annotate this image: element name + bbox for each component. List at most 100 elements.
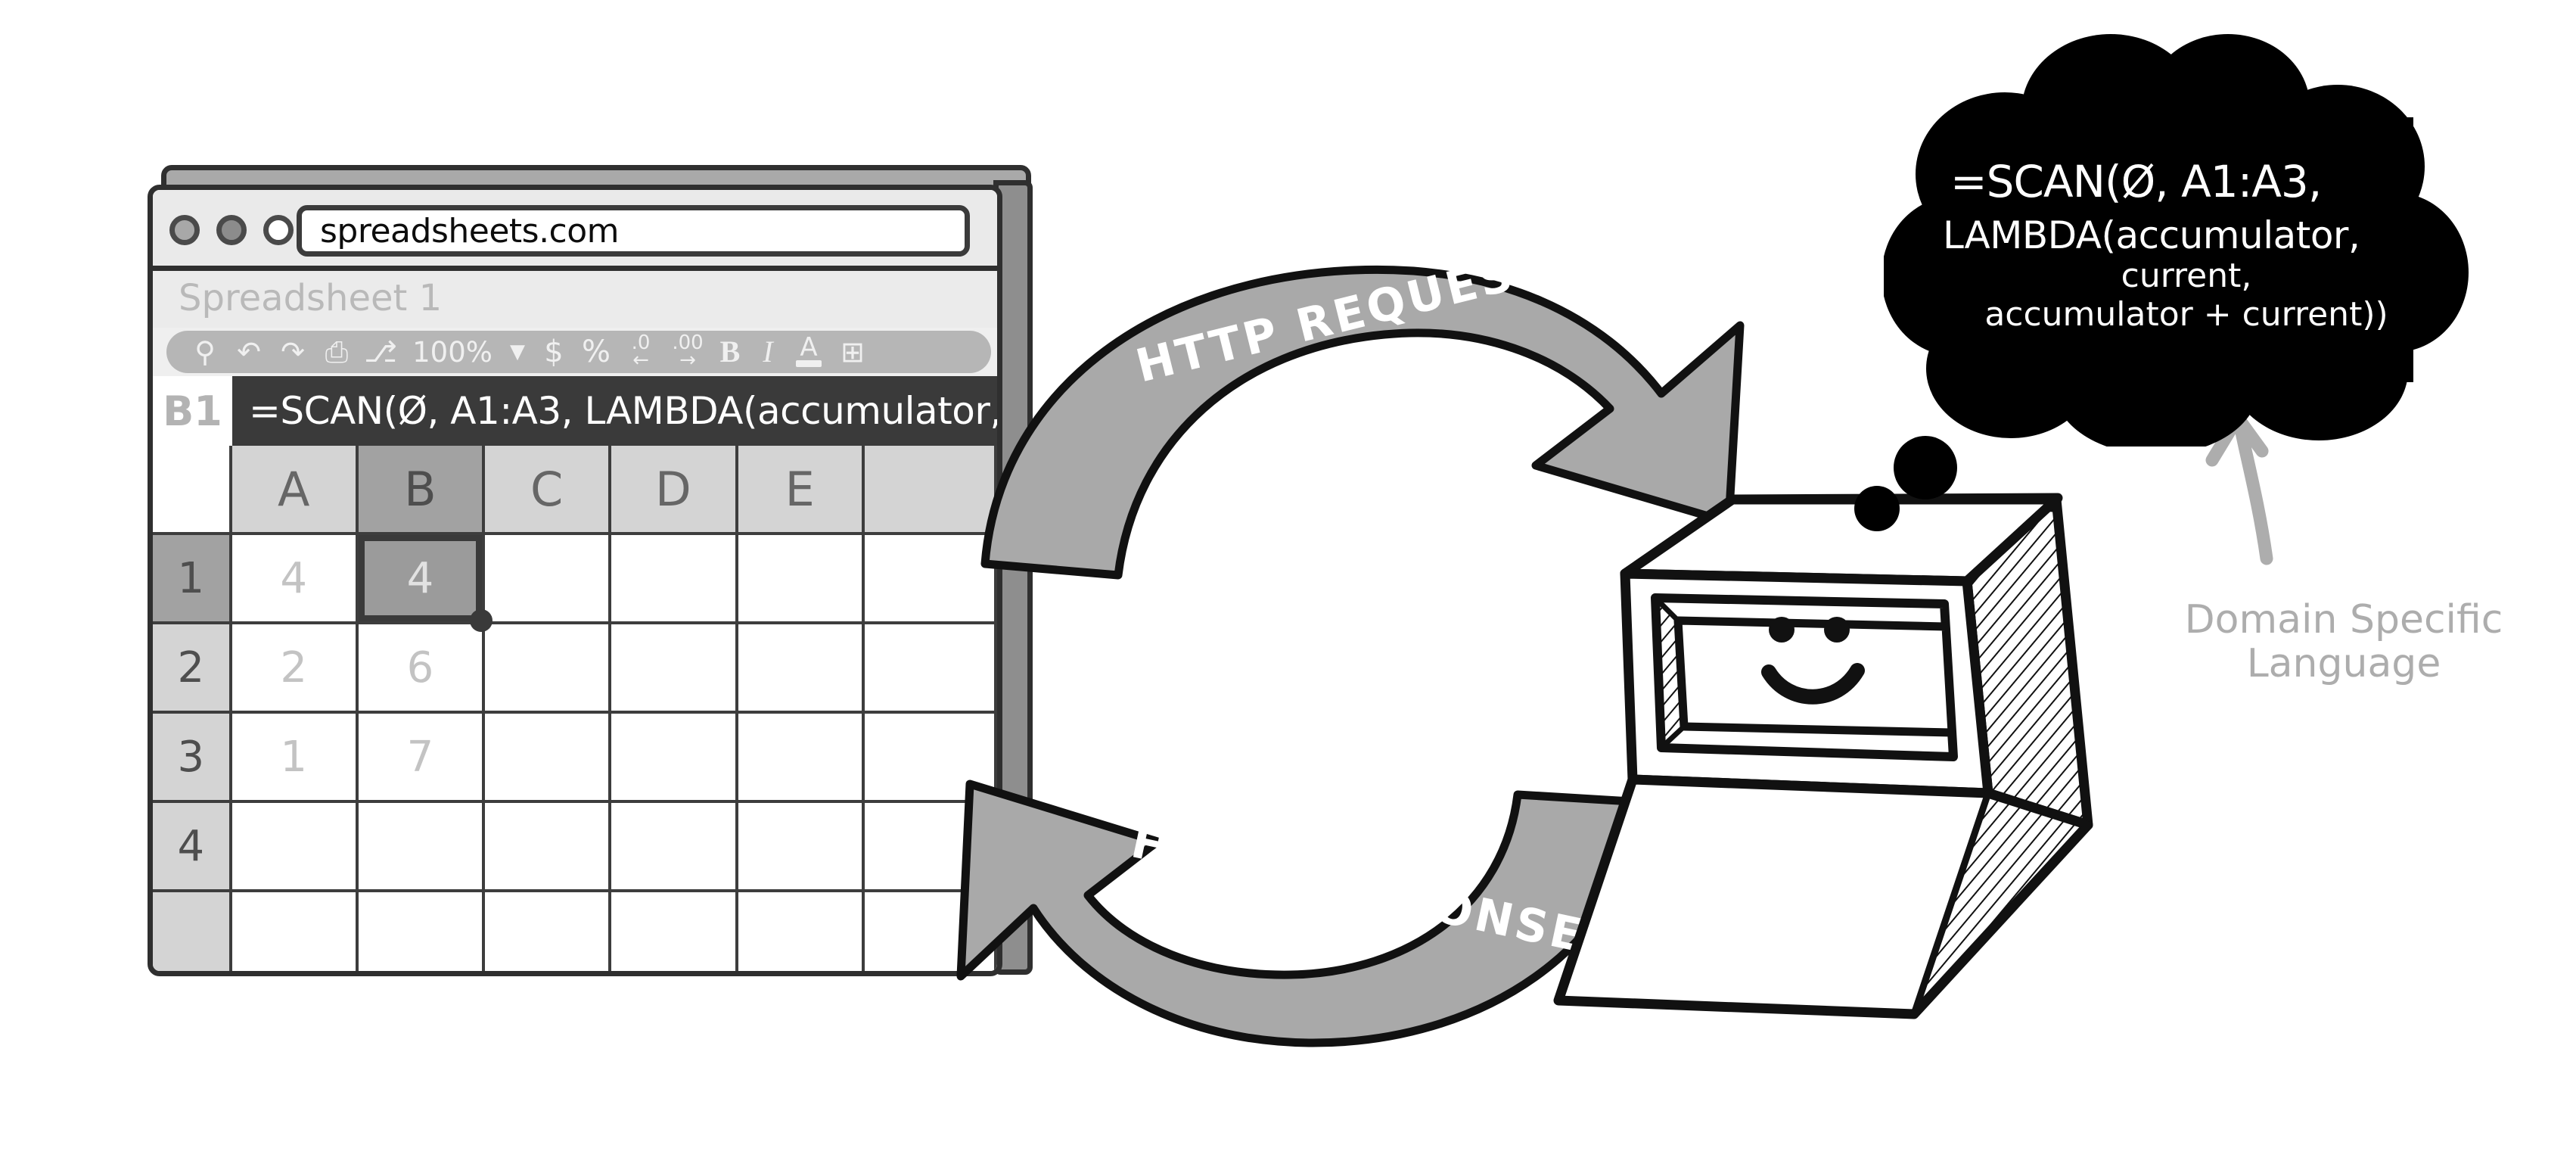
print-icon[interactable]: ⎙ (315, 338, 359, 366)
cell-a[interactable] (231, 892, 359, 971)
cell-d4[interactable] (611, 803, 738, 892)
cell-blank[interactable] (864, 892, 997, 971)
column-header-row: ABCDE (153, 446, 997, 535)
cell-reference-text: B1 (163, 387, 222, 435)
close-dot-icon[interactable] (169, 215, 200, 245)
cell-d2[interactable] (611, 624, 738, 714)
cell-b[interactable] (358, 892, 486, 971)
cell-b2[interactable]: 6 (358, 624, 486, 714)
bubble-line-3: current, (2121, 257, 2252, 296)
grid-row: 4 (153, 803, 997, 892)
text-color-icon[interactable]: A (787, 335, 831, 368)
bubble-line-1: =SCAN(Ø, A1:A3, (1950, 156, 2322, 207)
currency-format-icon[interactable]: $ (533, 337, 575, 367)
cell-c3[interactable] (485, 714, 612, 803)
grid-row: 144 (153, 535, 997, 632)
percent-format-icon[interactable]: % (575, 337, 617, 367)
cell-c2[interactable] (485, 624, 612, 714)
cell-a4[interactable] (231, 803, 359, 892)
spreadsheet-toolbar: ⚲ ↶ ↷ ⎙ ⎇ 100% ▼ $% .0 ← .00 → B I A ⊞ (166, 331, 991, 373)
cell-4[interactable] (864, 803, 997, 892)
cell-3[interactable] (864, 714, 997, 803)
bold-icon[interactable]: B (711, 337, 749, 367)
monitor-right-face (1962, 494, 2093, 830)
formula-bar: B1 =SCAN(Ø, A1:A3, LAMBDA(accumulator, (153, 376, 997, 446)
cell-e2[interactable] (738, 624, 865, 714)
zoom-level[interactable]: 100% (402, 338, 502, 366)
row-header-1[interactable]: 1 (153, 535, 232, 624)
column-header-a[interactable]: A (231, 446, 359, 535)
grid-row (153, 892, 997, 971)
cell-a2[interactable]: 2 (231, 624, 359, 714)
cell-c[interactable] (485, 892, 612, 971)
cell-c4[interactable] (485, 803, 612, 892)
decrease-decimal-icon[interactable]: .0 ← (617, 332, 664, 370)
cell-e1[interactable] (738, 535, 865, 624)
cell-b1[interactable]: 4 (358, 535, 493, 632)
spreadsheet-grid: ABCDE1442263174 (153, 446, 997, 971)
eye-left-icon (1769, 617, 1794, 643)
column-header-b[interactable]: B (358, 446, 486, 535)
undo-icon[interactable]: ↶ (227, 338, 271, 366)
column-header-blank[interactable] (864, 446, 997, 535)
bubble-line-4: accumulator + current)) (1984, 295, 2388, 335)
computer-base (1553, 774, 2093, 1019)
grid-corner-cell[interactable] (153, 446, 232, 535)
app-title-bar: Spreadsheet 1 (153, 271, 997, 333)
thought-bubble-formula: =SCAN(Ø, A1:A3, LAMBDA(accumulator, curr… (1937, 156, 2436, 335)
minimize-dot-icon[interactable] (216, 215, 247, 245)
smile-icon (1761, 663, 1865, 705)
fill-handle[interactable] (470, 609, 493, 632)
formula-input[interactable]: =SCAN(Ø, A1:A3, LAMBDA(accumulator, (232, 376, 997, 446)
cell-d1[interactable] (611, 535, 738, 624)
maximize-dot-icon[interactable] (263, 215, 294, 245)
cell-e3[interactable] (738, 714, 865, 803)
column-header-c[interactable]: C (485, 446, 612, 535)
http-response-label: HTTP RESPONSE (1126, 815, 1589, 963)
row-header-3[interactable]: 3 (153, 714, 232, 803)
chevron-down-icon[interactable]: ▼ (502, 342, 533, 362)
grid-row: 226 (153, 624, 997, 714)
bubble-line-2: LAMBDA(accumulator, (1943, 213, 2360, 258)
cell-a1[interactable]: 4 (231, 535, 359, 624)
window-body: spreadsheets.com Spreadsheet 1 ⚲ ↶ ↷ ⎙ ⎇ 100%… (148, 185, 1002, 976)
row-header-2[interactable]: 2 (153, 624, 232, 714)
cell-d[interactable] (611, 892, 738, 971)
cell-b4[interactable] (358, 803, 486, 892)
illustration-canvas: spreadsheets.com Spreadsheet 1 ⚲ ↶ ↷ ⎙ ⎇ 100%… (0, 0, 2576, 1170)
browser-window: spreadsheets.com Spreadsheet 1 ⚲ ↶ ↷ ⎙ ⎇ 100%… (148, 165, 1036, 981)
eye-right-icon (1824, 617, 1850, 643)
thought-dot-small (1854, 486, 1900, 531)
cell-2[interactable] (864, 624, 997, 714)
row-header-blank[interactable] (153, 892, 232, 971)
column-header-e[interactable]: E (738, 446, 865, 535)
cell-e4[interactable] (738, 803, 865, 892)
cell-e[interactable] (738, 892, 865, 971)
browser-chrome: spreadsheets.com (153, 190, 997, 271)
search-icon[interactable]: ⚲ (183, 338, 227, 366)
italic-icon[interactable]: I (749, 337, 787, 367)
traffic-lights (169, 215, 294, 245)
document-title: Spreadsheet 1 (179, 277, 443, 319)
cell-reference-box[interactable]: B1 (153, 376, 232, 446)
cell-1[interactable] (864, 535, 997, 624)
cell-d3[interactable] (611, 714, 738, 803)
redo-icon[interactable]: ↷ (271, 338, 315, 366)
column-header-d[interactable]: D (611, 446, 738, 535)
monitor-screen (1651, 593, 1958, 761)
address-bar[interactable]: spreadsheets.com (297, 205, 970, 257)
address-bar-text: spreadsheets.com (320, 211, 620, 250)
borders-icon[interactable]: ⊞ (831, 338, 875, 366)
row-header-4[interactable]: 4 (153, 803, 232, 892)
cell-b3[interactable]: 7 (358, 714, 486, 803)
monitor-top-face (1620, 493, 2063, 579)
cell-a3[interactable]: 1 (231, 714, 359, 803)
thought-bubble: =SCAN(Ø, A1:A3, LAMBDA(accumulator, curr… (1882, 26, 2474, 455)
cell-c1[interactable] (485, 535, 612, 624)
formula-text: =SCAN(Ø, A1:A3, LAMBDA(accumulator, (249, 389, 997, 433)
dsl-annotation-line-2: Language (2246, 641, 2441, 687)
dsl-annotation-line-1: Domain Specific (2184, 597, 2503, 643)
paint-format-icon[interactable]: ⎇ (359, 338, 402, 366)
increase-decimal-icon[interactable]: .00 → (664, 332, 711, 370)
dsl-annotation: Domain Specific Language (2132, 598, 2556, 686)
